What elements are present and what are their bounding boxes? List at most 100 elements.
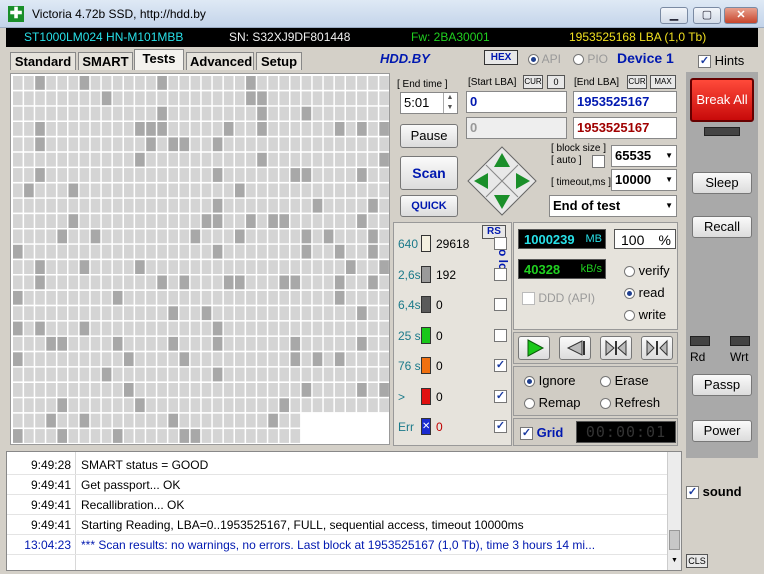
latency-log-checkbox[interactable]: ✓	[494, 389, 507, 403]
tab-smart[interactable]: SMART	[78, 52, 133, 70]
block-size-select[interactable]: 65535	[611, 145, 677, 167]
end-button[interactable]	[641, 336, 673, 360]
block-cell	[257, 260, 267, 274]
ignore-label: Ignore	[538, 373, 576, 388]
block-cell	[112, 198, 123, 213]
tab-standard[interactable]: Standard	[10, 52, 76, 70]
device-label[interactable]: Device 1	[617, 50, 674, 66]
latency-log-checkbox[interactable]	[494, 328, 507, 342]
erase-radio[interactable]: Erase	[600, 373, 649, 388]
block-cell	[13, 429, 23, 443]
latency-log-checkbox[interactable]	[494, 298, 507, 311]
log-scrollbar[interactable]: ▼	[667, 452, 681, 570]
read-radio[interactable]: read	[624, 285, 665, 300]
block-cell	[35, 76, 45, 90]
block-cell	[223, 383, 234, 397]
block-cell	[346, 336, 356, 351]
passp-button[interactable]: Passp	[692, 374, 752, 396]
remap-radio[interactable]: Remap	[524, 395, 581, 410]
api-radio[interactable]: API	[528, 52, 561, 66]
start-cur-button[interactable]: CUR	[523, 75, 543, 89]
break-all-button[interactable]: Break All	[690, 78, 754, 122]
sound-checkbox[interactable]: ✓ sound	[686, 484, 742, 500]
start-zero-button[interactable]: 0	[547, 75, 565, 89]
tab-advanced[interactable]: Advanced	[186, 52, 254, 70]
scan-button[interactable]: Scan	[400, 156, 458, 190]
log-message: Starting Reading, LBA=0..1953525167, FUL…	[81, 518, 524, 532]
power-button[interactable]: Power	[692, 420, 752, 442]
block-cell	[124, 76, 134, 90]
end-time-spinner[interactable]: ▲ ▼	[443, 93, 456, 113]
auto-checkbox[interactable]	[592, 154, 605, 169]
site-label[interactable]: HDD.BY	[380, 51, 430, 66]
block-cell	[168, 76, 178, 90]
block-cell	[124, 122, 134, 136]
block-cell	[190, 336, 201, 351]
block-cell	[368, 214, 378, 228]
end-action-select[interactable]: End of test	[549, 195, 677, 217]
tab-tests[interactable]: Tests	[134, 49, 184, 70]
block-cell	[268, 214, 278, 228]
end-max-button[interactable]: MAX	[650, 75, 676, 89]
block-cell	[24, 229, 34, 244]
block-cell	[323, 168, 334, 182]
block-cell	[101, 106, 112, 121]
timeout-select[interactable]: 10000	[611, 169, 677, 191]
block-cell	[179, 367, 190, 382]
hints-checkbox[interactable]: ✓ Hints	[698, 53, 744, 69]
latency-row: 2,6s 192	[394, 264, 512, 286]
verify-radio[interactable]: verify	[624, 263, 670, 278]
block-cell	[13, 244, 23, 259]
ddd-checkbox[interactable]: DDD (API)	[522, 291, 595, 306]
write-radio[interactable]: write	[624, 307, 666, 322]
block-cell	[279, 290, 289, 305]
maximize-button[interactable]: ▢	[693, 7, 721, 24]
tab-setup[interactable]: Setup	[256, 52, 302, 70]
block-cell	[323, 122, 334, 136]
step-button[interactable]	[600, 336, 632, 360]
block-cell	[301, 383, 312, 397]
block-cell	[46, 91, 56, 106]
close-button[interactable]: ✕	[724, 7, 758, 24]
block-cell	[223, 106, 234, 121]
block-cell	[146, 398, 156, 413]
block-cell	[290, 76, 301, 90]
cls-button[interactable]: CLS	[686, 554, 708, 568]
end-cur-button[interactable]: CUR	[627, 75, 647, 89]
block-cell	[235, 352, 245, 367]
minimize-button[interactable]: ▁	[660, 7, 688, 24]
block-cell	[246, 183, 256, 198]
ignore-radio[interactable]: Ignore	[524, 373, 576, 388]
log-scroll-thumb[interactable]	[669, 530, 680, 550]
end-lba-input[interactable]: 1953525167	[573, 91, 677, 113]
block-cell	[257, 398, 267, 413]
latency-log-checkbox[interactable]: ✓	[494, 359, 507, 372]
block-cell	[323, 260, 334, 274]
block-cell	[68, 76, 79, 90]
block-cell	[212, 91, 223, 106]
recall-button[interactable]: Recall	[692, 216, 752, 238]
latency-log-checkbox[interactable]	[494, 237, 507, 250]
block-cell	[101, 168, 112, 182]
block-cell	[368, 275, 378, 290]
block-cell	[279, 183, 289, 198]
block-cell	[135, 168, 145, 182]
block-cell	[279, 198, 289, 213]
play-button[interactable]	[518, 336, 550, 360]
block-cell	[101, 198, 112, 213]
direction-pad[interactable]	[466, 145, 538, 217]
quick-button[interactable]: QUICK	[400, 195, 458, 217]
log-scroll-down-icon[interactable]: ▼	[669, 554, 680, 568]
block-cell	[124, 290, 134, 305]
pio-radio[interactable]: PIO	[573, 52, 608, 66]
sleep-button[interactable]: Sleep	[692, 172, 752, 194]
refresh-radio[interactable]: Refresh	[600, 395, 660, 410]
grid-checkbox[interactable]: ✓ Grid	[520, 425, 563, 441]
latency-log-checkbox[interactable]: ✓	[494, 420, 507, 433]
block-cell	[13, 260, 23, 274]
start-lba-input[interactable]: 0	[466, 91, 567, 113]
latency-log-checkbox[interactable]	[494, 267, 507, 281]
reverse-button[interactable]	[559, 336, 591, 360]
pause-button[interactable]: Pause	[400, 124, 458, 148]
hex-button[interactable]: HEX	[484, 50, 518, 65]
